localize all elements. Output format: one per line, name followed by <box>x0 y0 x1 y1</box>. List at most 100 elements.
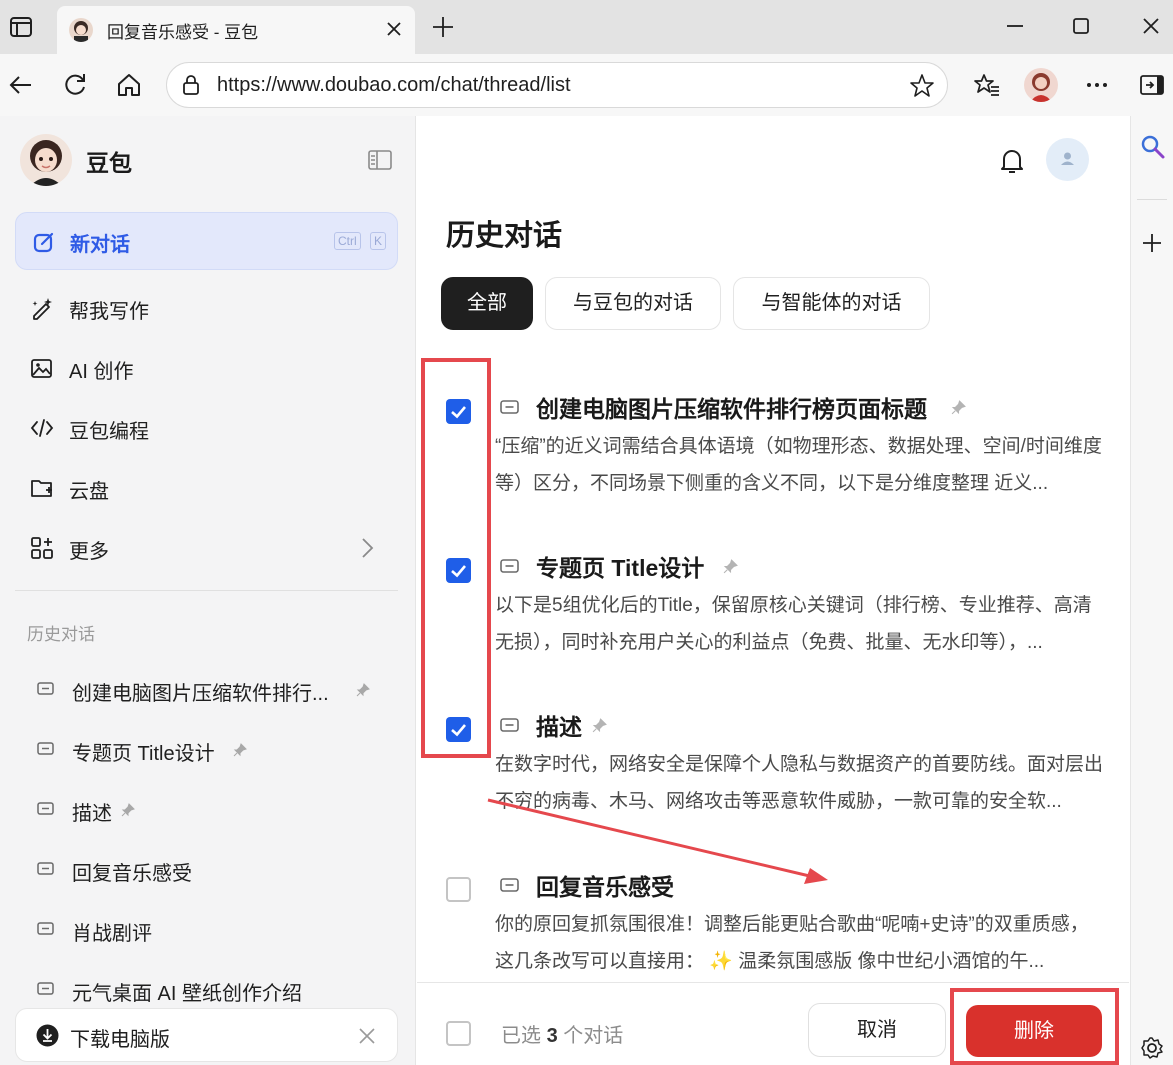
history-section-title: 历史对话 <box>27 625 95 644</box>
thread-row[interactable]: 创建电脑图片压缩软件排行榜页面标题 “压缩”的近义词需结合具体语境（如物理形态、… <box>417 370 1129 530</box>
tab-doubao-chats[interactable]: 与豆包的对话 <box>545 277 721 330</box>
thread-checkbox[interactable] <box>446 717 471 742</box>
thread-checkbox[interactable] <box>446 399 471 424</box>
new-tab-icon[interactable] <box>431 15 455 39</box>
browser-tab-strip: 回复音乐感受 - 豆包 <box>0 0 1173 54</box>
settings-gear-icon[interactable] <box>1140 1036 1164 1060</box>
menu-item-coding[interactable]: 豆包编程 <box>15 402 398 454</box>
chat-bubble-icon <box>37 922 54 935</box>
more-options-icon[interactable] <box>1083 71 1111 99</box>
refresh-icon[interactable] <box>61 71 89 99</box>
collapse-sidebar-icon[interactable] <box>368 150 392 170</box>
thread-title: 创建电脑图片压缩软件排行榜页面标题 <box>536 396 927 422</box>
thread-row[interactable]: 专题页 Title设计 以下是5组优化后的Title，保留原核心关键词（排行榜、… <box>417 529 1129 689</box>
edge-divider <box>1137 199 1167 200</box>
pin-icon <box>356 683 370 697</box>
tab-all[interactable]: 全部 <box>441 277 533 330</box>
new-chat-button[interactable]: 新对话 Ctrl K <box>15 212 398 270</box>
checkmark-icon <box>451 565 466 578</box>
thread-title: 专题页 Title设计 <box>536 555 705 581</box>
minimize-icon[interactable] <box>1003 14 1027 38</box>
lock-icon[interactable] <box>179 73 203 97</box>
user-avatar[interactable] <box>1046 138 1089 181</box>
history-item-label: 回复音乐感受 <box>72 863 192 885</box>
window-close-icon[interactable] <box>1139 14 1163 38</box>
url-text[interactable]: https://www.doubao.com/chat/thread/list <box>217 74 571 97</box>
thread-checkbox[interactable] <box>446 877 471 902</box>
select-all-checkbox[interactable] <box>446 1021 471 1046</box>
folder-icon <box>31 480 52 497</box>
address-bar[interactable]: https://www.doubao.com/chat/thread/list <box>166 62 948 108</box>
tab-title: 回复音乐感受 - 豆包 <box>107 23 259 42</box>
history-item[interactable]: 专题页 Title设计 <box>15 724 398 776</box>
selection-prefix: 已选 <box>501 1025 541 1047</box>
menu-label-ai-create: AI 创作 <box>69 361 134 383</box>
selection-suffix: 个对话 <box>563 1025 624 1047</box>
close-tab-icon[interactable] <box>384 19 404 39</box>
add-icon[interactable] <box>1141 232 1163 254</box>
chat-bubble-icon <box>500 559 519 573</box>
chat-bubble-icon <box>37 682 54 695</box>
history-item-label: 专题页 Title设计 <box>72 743 215 765</box>
tab-agent-chats[interactable]: 与智能体的对话 <box>733 277 930 330</box>
thread-row[interactable]: 描述 在数字时代，网络安全是保障个人隐私与数据资产的首要防线。面对层出不穷的病毒… <box>417 688 1129 848</box>
tab-actions-icon[interactable] <box>8 14 34 40</box>
favorites-list-icon[interactable] <box>973 71 1001 99</box>
menu-item-more[interactable]: 更多 <box>15 522 398 574</box>
history-item[interactable]: 描述 <box>15 784 398 836</box>
page-title: 历史对话 <box>446 220 563 252</box>
back-icon[interactable] <box>7 71 35 99</box>
selection-count-text: 已选 3 个对话 <box>501 1019 623 1048</box>
sidebar-divider <box>15 590 398 591</box>
menu-item-cloud-drive[interactable]: 云盘 <box>15 462 398 514</box>
pin-icon <box>121 803 135 817</box>
history-item[interactable]: 回复音乐感受 <box>15 844 398 896</box>
chat-bubble-icon <box>500 718 519 732</box>
search-icon[interactable] <box>1140 134 1166 160</box>
thread-snippet: 在数字时代，网络安全是保障个人隐私与数据资产的首要防线。面对层出不穷的病毒、木马… <box>495 754 1104 812</box>
pin-icon <box>233 743 247 757</box>
thread-checkbox[interactable] <box>446 558 471 583</box>
thread-title: 回复音乐感受 <box>536 874 674 900</box>
thread-snippet: “压缩”的近义词需结合具体语境（如物理形态、数据处理、空间/时间维度等）区分，不… <box>495 436 1102 494</box>
chevron-right-icon <box>362 538 374 558</box>
close-icon[interactable] <box>356 1025 378 1047</box>
history-item[interactable]: 肖战剧评 <box>15 904 398 956</box>
chat-bubble-icon <box>500 878 519 892</box>
cancel-button[interactable]: 取消 <box>808 1003 946 1057</box>
maximize-icon[interactable] <box>1069 14 1093 38</box>
selection-footer: 已选 3 个对话 取消 删除 <box>417 982 1129 1065</box>
bell-icon[interactable] <box>999 147 1025 175</box>
download-desktop-banner[interactable]: 下载电脑版 <box>15 1008 398 1062</box>
browser-tab-active[interactable]: 回复音乐感受 - 豆包 <box>57 6 415 54</box>
code-icon <box>30 419 54 437</box>
browser-toolbar: https://www.doubao.com/chat/thread/list <box>0 54 1173 116</box>
sidebar-toggle-icon[interactable] <box>1138 71 1166 99</box>
edge-sidebar <box>1130 116 1173 1065</box>
history-item-label: 元气桌面 AI 壁纸创作介绍 <box>72 983 303 1005</box>
checkmark-icon <box>451 724 466 737</box>
new-chat-label: 新对话 <box>70 234 130 256</box>
thread-snippet: 你的原回复抓氛围很准！调整后能更贴合歌曲“呢喃+史诗”的双重质感，这几条改写可以… <box>495 914 1089 972</box>
chat-bubble-icon <box>500 400 519 414</box>
history-item[interactable]: 创建电脑图片压缩软件排行... <box>15 664 398 716</box>
chat-bubble-icon <box>37 742 54 755</box>
download-label: 下载电脑版 <box>70 1029 170 1051</box>
favorite-star-icon[interactable] <box>909 73 935 99</box>
brand-name: 豆包 <box>86 150 132 176</box>
image-sparkle-icon <box>31 359 52 378</box>
menu-label-coding: 豆包编程 <box>69 421 149 443</box>
menu-item-writing[interactable]: 帮我写作 <box>15 282 398 334</box>
thread-snippet: 以下是5组优化后的Title，保留原核心关键词（排行榜、专业推荐、高清无损），同… <box>495 595 1092 653</box>
doubao-favicon-icon <box>69 18 93 42</box>
profile-avatar[interactable] <box>1024 68 1058 102</box>
selection-count: 3 <box>546 1025 558 1047</box>
download-icon <box>36 1024 59 1047</box>
pin-icon <box>951 400 966 415</box>
thread-list-panel: 历史对话 全部 与豆包的对话 与智能体的对话 创建电脑图片压缩软件排行榜页面标题… <box>417 116 1129 1065</box>
menu-label-cloud-drive: 云盘 <box>69 481 109 503</box>
delete-button[interactable]: 删除 <box>966 1005 1102 1057</box>
home-icon[interactable] <box>115 71 143 99</box>
menu-item-ai-create[interactable]: AI 创作 <box>15 342 398 394</box>
menu-label-writing: 帮我写作 <box>69 301 149 323</box>
